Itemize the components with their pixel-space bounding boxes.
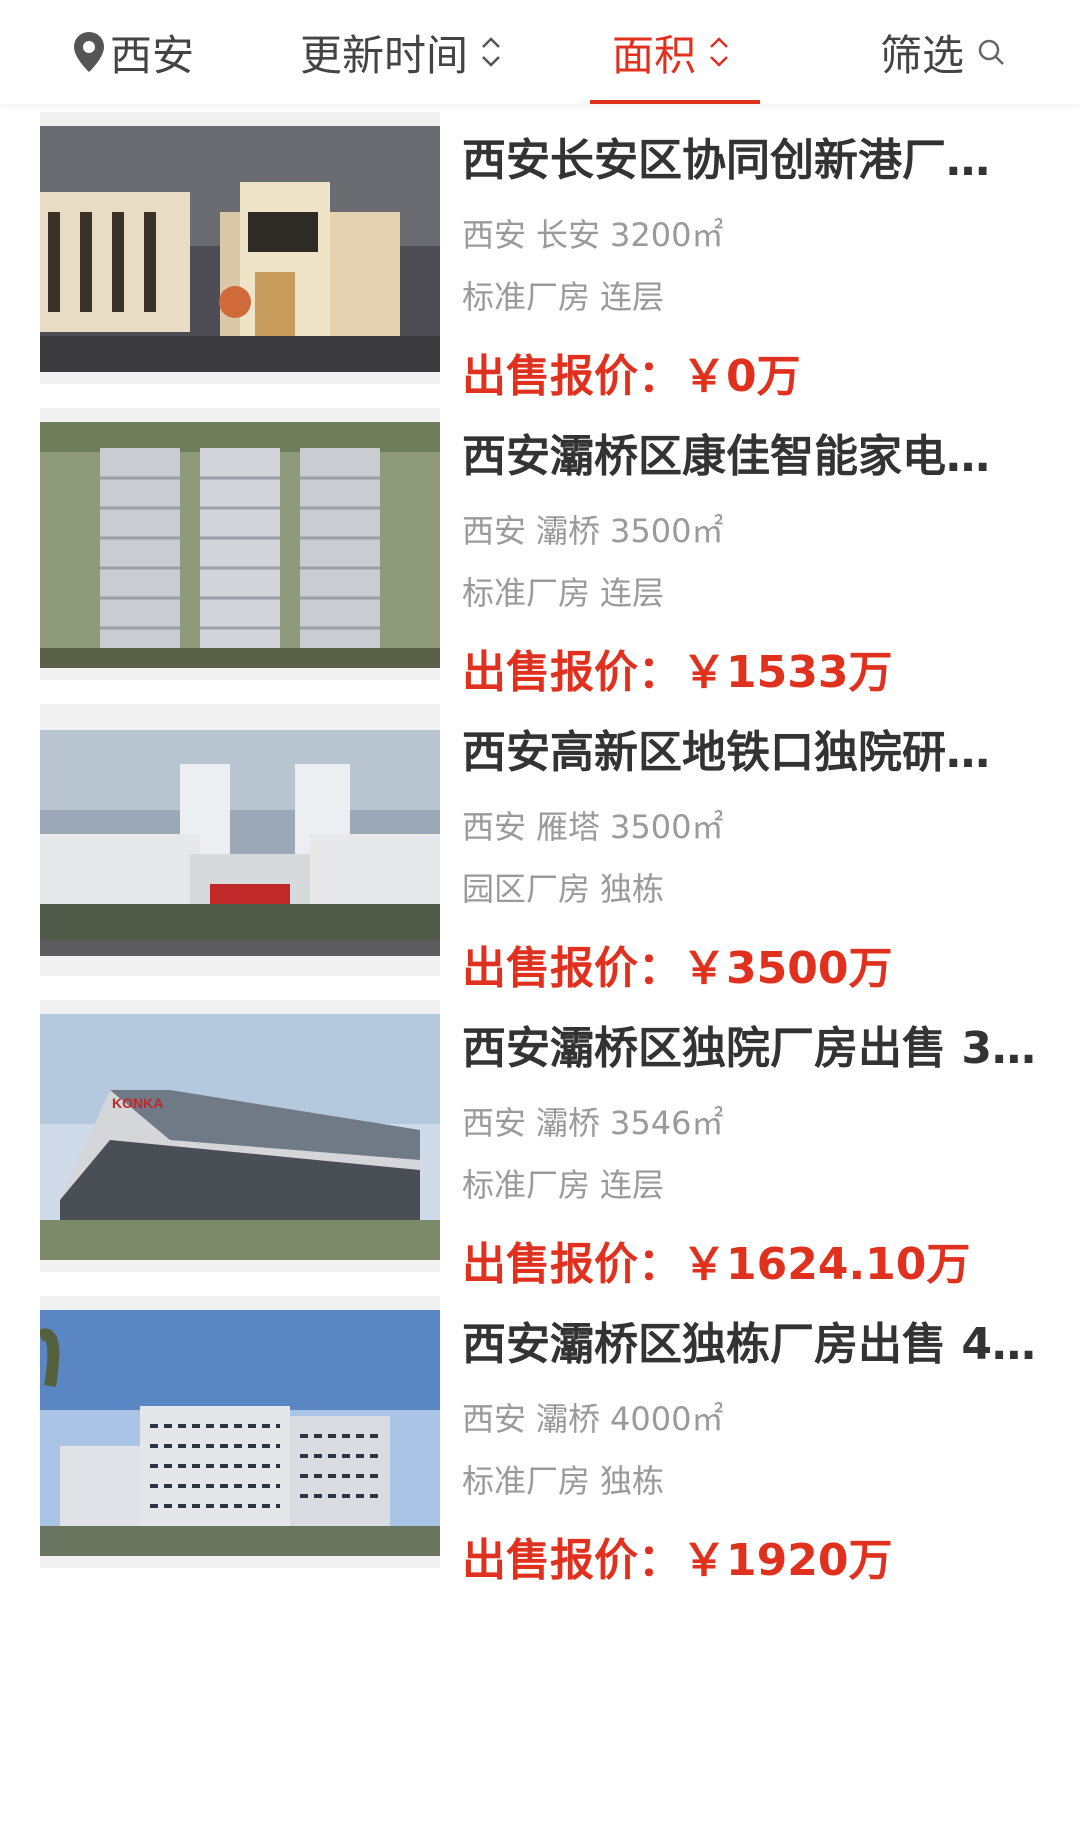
price-label: 出售报价： bbox=[462, 647, 682, 698]
listing-city: 西安 bbox=[462, 512, 527, 550]
listing-price: 出售报价：￥0万 bbox=[462, 340, 801, 404]
konka-logo: KONKA bbox=[112, 1095, 163, 1111]
active-tab-indicator bbox=[590, 100, 760, 104]
listing-price: 出售报价：￥1920万 bbox=[462, 1524, 892, 1588]
listing-photo bbox=[40, 112, 440, 384]
price-label: 出售报价： bbox=[462, 1535, 682, 1586]
listing-tags: 标准厂房 连层 bbox=[462, 272, 674, 318]
listing-district: 长安 bbox=[536, 216, 601, 254]
listing-title[interactable]: 西安高新区地铁口独院研… bbox=[462, 716, 1042, 780]
price-label: 出售报价： bbox=[462, 351, 682, 402]
listing-structure: 连层 bbox=[600, 1166, 665, 1204]
listing-tags: 标准厂房 独栋 bbox=[462, 1456, 674, 1502]
filter-label: 筛选 bbox=[880, 30, 965, 80]
filter-bar: 西安 更新时间 面积 筛选 bbox=[0, 0, 1080, 104]
listing-tags: 园区厂房 独栋 bbox=[462, 864, 674, 910]
listing-structure: 独栋 bbox=[600, 1462, 665, 1500]
sort-update-time[interactable]: 更新时间 bbox=[300, 0, 504, 104]
listing-price: 出售报价：￥1533万 bbox=[462, 636, 892, 700]
listing-photo bbox=[40, 408, 440, 680]
listing-price: 出售报价：￥3500万 bbox=[462, 932, 892, 996]
listing-type: 标准厂房 bbox=[462, 574, 591, 612]
listing-district: 灞桥 bbox=[536, 512, 601, 550]
price-value: ￥1624.10万 bbox=[682, 1239, 971, 1290]
listing-area: 3200㎡ bbox=[610, 216, 724, 254]
location-pin-icon bbox=[74, 32, 104, 72]
listing-meta: 西安 灞桥 3546㎡ bbox=[462, 1098, 733, 1144]
listing-type: 标准厂房 bbox=[462, 1462, 591, 1500]
listing-district: 灞桥 bbox=[536, 1400, 601, 1438]
listing-title[interactable]: 西安灞桥区独栋厂房出售 4… bbox=[462, 1308, 1042, 1372]
price-value: ￥3500万 bbox=[682, 943, 893, 994]
listing-photo bbox=[40, 704, 440, 976]
listing-title[interactable]: 西安长安区协同创新港厂… bbox=[462, 124, 1042, 188]
listing-city: 西安 bbox=[462, 1104, 527, 1142]
listing-meta: 西安 长安 3200㎡ bbox=[462, 210, 733, 256]
city-label: 西安 bbox=[110, 30, 195, 80]
listing-title[interactable]: 西安灞桥区独院厂房出售 3… bbox=[462, 1012, 1042, 1076]
listing-district: 雁塔 bbox=[536, 808, 601, 846]
listing-city: 西安 bbox=[462, 808, 527, 846]
listing-type: 标准厂房 bbox=[462, 278, 591, 316]
listing-price: 出售报价：￥1624.10万 bbox=[462, 1228, 970, 1292]
listing-type: 园区厂房 bbox=[462, 870, 591, 908]
price-value: ￥1920万 bbox=[682, 1535, 893, 1586]
listing-meta: 西安 雁塔 3500㎡ bbox=[462, 802, 733, 848]
area-label: 面积 bbox=[612, 30, 697, 80]
update-time-label: 更新时间 bbox=[300, 30, 469, 80]
listing-meta: 西安 灞桥 4000㎡ bbox=[462, 1394, 733, 1440]
listing-area: 3500㎡ bbox=[610, 808, 724, 846]
listing-area: 4000㎡ bbox=[610, 1400, 724, 1438]
listing-photo: KONKA bbox=[40, 1000, 440, 1272]
price-value: ￥1533万 bbox=[682, 647, 893, 698]
listing-structure: 独栋 bbox=[600, 870, 665, 908]
price-value: ￥0万 bbox=[682, 351, 801, 402]
listing-meta: 西安 灞桥 3500㎡ bbox=[462, 506, 733, 552]
listing-structure: 连层 bbox=[600, 278, 665, 316]
price-label: 出售报价： bbox=[462, 943, 682, 994]
listing-photo bbox=[40, 1296, 440, 1568]
listing-title[interactable]: 西安灞桥区康佳智能家电… bbox=[462, 420, 1042, 484]
sort-area[interactable]: 面积 bbox=[612, 0, 732, 104]
listing-structure: 连层 bbox=[600, 574, 665, 612]
listing-city: 西安 bbox=[462, 216, 527, 254]
sort-arrows-icon bbox=[710, 37, 728, 67]
listing-type: 标准厂房 bbox=[462, 1166, 591, 1204]
filter-button[interactable]: 筛选 bbox=[880, 0, 1006, 104]
city-selector[interactable]: 西安 bbox=[72, 0, 194, 104]
listing-area: 3500㎡ bbox=[610, 512, 724, 550]
sort-arrows-icon bbox=[482, 37, 500, 67]
listing-card[interactable]: 西安灞桥区独栋厂房出售 4… 西安 灞桥 4000㎡ 标准厂房 独栋 出售报价：￥19… bbox=[0, 1288, 1080, 1638]
listing-tags: 标准厂房 连层 bbox=[462, 1160, 674, 1206]
price-label: 出售报价： bbox=[462, 1239, 682, 1290]
listing-tags: 标准厂房 连层 bbox=[462, 568, 674, 614]
listing-city: 西安 bbox=[462, 1400, 527, 1438]
search-icon bbox=[978, 39, 1004, 65]
listing-district: 灞桥 bbox=[536, 1104, 601, 1142]
listing-area: 3546㎡ bbox=[610, 1104, 724, 1142]
